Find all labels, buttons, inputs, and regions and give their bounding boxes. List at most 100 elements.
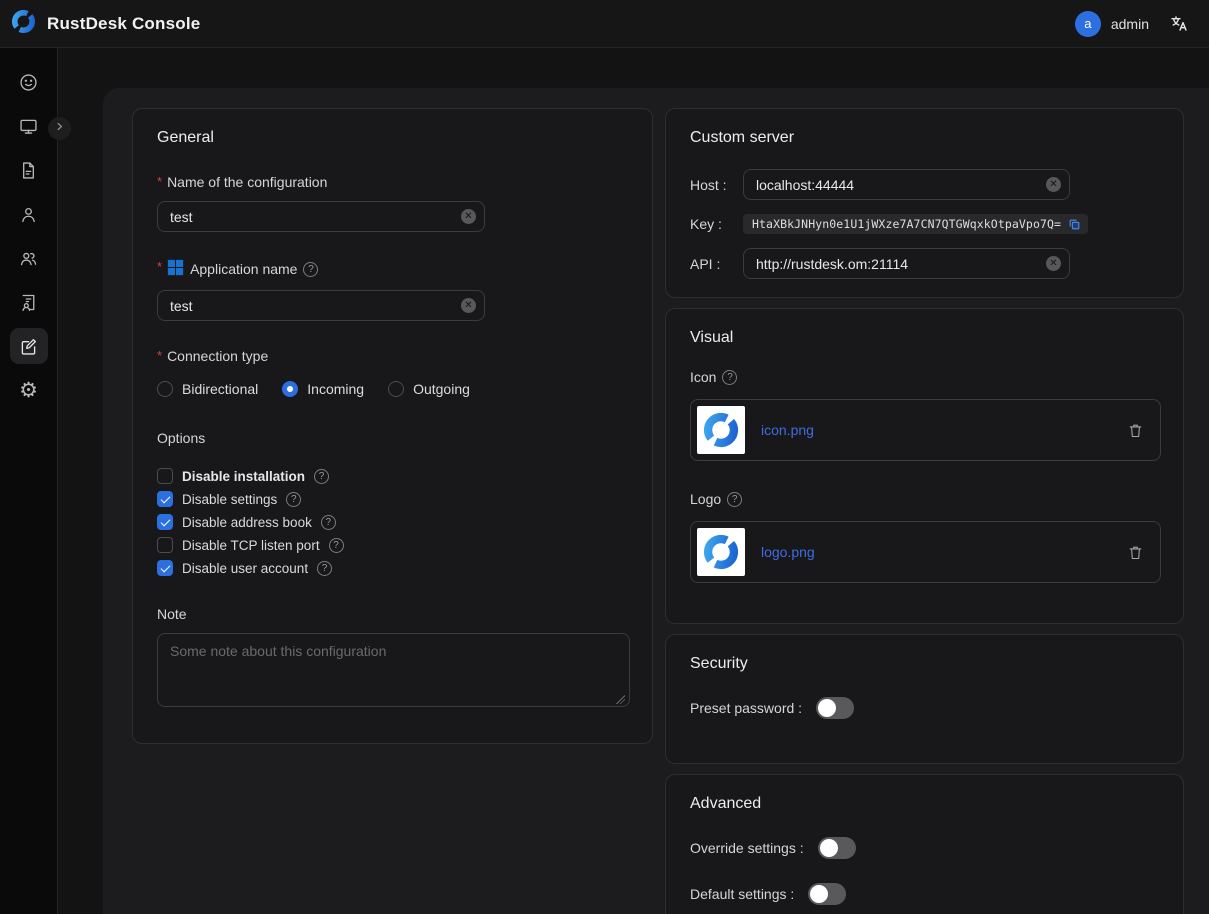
- checkbox-icon[interactable]: [157, 537, 173, 553]
- windows-logo-icon: [167, 259, 184, 279]
- radio-incoming[interactable]: Incoming: [282, 381, 364, 397]
- config-name-label: * Name of the configuration: [157, 174, 628, 190]
- options-group: Disable installation ? Disable settings …: [157, 468, 628, 576]
- document-icon: [18, 160, 39, 181]
- api-input[interactable]: [743, 248, 1070, 279]
- security-title: Security: [690, 655, 1159, 673]
- trash-icon[interactable]: [1127, 544, 1144, 561]
- sidebar-item-dashboard[interactable]: [10, 64, 48, 100]
- sidebar-item-groups[interactable]: [10, 240, 48, 276]
- help-icon[interactable]: ?: [321, 515, 336, 530]
- option-disable-user-account[interactable]: Disable user account ?: [157, 560, 628, 576]
- logo-label: Logo ?: [690, 491, 1159, 507]
- monitor-icon: [18, 116, 39, 137]
- sidebar-item-custom-client[interactable]: [10, 328, 48, 364]
- logo-upload-row: logo.png: [690, 521, 1161, 583]
- default-settings-label: Default settings :: [690, 886, 794, 902]
- users-icon: [18, 248, 39, 269]
- radio-icon: [282, 381, 298, 397]
- clear-icon[interactable]: ✕: [461, 298, 476, 313]
- logo-thumbnail: [697, 528, 745, 576]
- server-key-value: HtaXBkJNHyn0e1U1jWXze7A7CN7QTGWqxkOtpaVp…: [743, 214, 1088, 234]
- note-label: Note: [157, 606, 628, 622]
- icon-label: Icon ?: [690, 369, 1159, 385]
- app-title: RustDesk Console: [47, 14, 200, 34]
- sidebar-item-audit[interactable]: [10, 152, 48, 188]
- user-name: admin: [1111, 16, 1149, 32]
- icon-thumbnail: [697, 406, 745, 454]
- content-area: General * Name of the configuration ✕ *: [103, 88, 1209, 914]
- option-disable-address-book[interactable]: Disable address book ?: [157, 514, 628, 530]
- checkbox-icon[interactable]: [157, 468, 173, 484]
- custom-server-title: Custom server: [690, 129, 1159, 147]
- gear-icon: ⚙: [19, 380, 38, 401]
- smiley-icon: [18, 72, 39, 93]
- key-label: Key :: [690, 216, 743, 232]
- general-card: General * Name of the configuration ✕ *: [132, 108, 653, 744]
- sidebar: ⚙: [0, 48, 58, 914]
- sidebar-collapse-button[interactable]: [48, 117, 71, 140]
- option-disable-tcp-listen-port[interactable]: Disable TCP listen port ?: [157, 537, 628, 553]
- override-settings-toggle[interactable]: [818, 837, 856, 859]
- radio-outgoing[interactable]: Outgoing: [388, 381, 470, 397]
- config-name-input[interactable]: [157, 201, 485, 232]
- visual-title: Visual: [690, 329, 1159, 347]
- custom-server-card: Custom server Host : ✕ Key : HtaXBkJNHy: [665, 108, 1184, 298]
- application-name-label: * Application name ?: [157, 259, 628, 279]
- option-disable-settings[interactable]: Disable settings ?: [157, 491, 628, 507]
- logo-file-link[interactable]: logo.png: [761, 544, 815, 560]
- default-settings-toggle[interactable]: [808, 883, 846, 905]
- help-icon[interactable]: ?: [303, 262, 318, 277]
- checkbox-icon[interactable]: [157, 560, 173, 576]
- app-header: RustDesk Console a admin: [0, 0, 1209, 48]
- security-card: Security Preset password :: [665, 634, 1184, 764]
- clear-icon[interactable]: ✕: [1046, 256, 1061, 271]
- radio-icon: [157, 381, 173, 397]
- chevron-right-icon: [53, 120, 66, 138]
- connection-type-group: Bidirectional Incoming Outgoing: [157, 381, 628, 397]
- preset-password-toggle[interactable]: [816, 697, 854, 719]
- edit-icon: [18, 336, 39, 357]
- clear-icon[interactable]: ✕: [461, 209, 476, 224]
- checkbox-icon[interactable]: [157, 491, 173, 507]
- rustdesk-logo-icon: [10, 8, 37, 40]
- radio-icon: [388, 381, 404, 397]
- required-asterisk: *: [157, 259, 162, 274]
- user-icon: [18, 204, 39, 225]
- copy-icon[interactable]: [1068, 218, 1081, 231]
- help-icon[interactable]: ?: [314, 469, 329, 484]
- note-textarea[interactable]: [157, 633, 630, 707]
- application-name-input[interactable]: [157, 290, 485, 321]
- help-icon[interactable]: ?: [329, 538, 344, 553]
- help-icon[interactable]: ?: [722, 370, 737, 385]
- resize-handle[interactable]: [616, 695, 625, 704]
- sidebar-item-settings[interactable]: ⚙: [10, 372, 48, 408]
- help-icon[interactable]: ?: [286, 492, 301, 507]
- document-user-icon: [18, 292, 39, 313]
- avatar: a: [1075, 11, 1101, 37]
- checkbox-icon[interactable]: [157, 514, 173, 530]
- help-icon[interactable]: ?: [727, 492, 742, 507]
- required-asterisk: *: [157, 174, 162, 189]
- general-title: General: [157, 129, 628, 147]
- brand: RustDesk Console: [10, 8, 200, 40]
- help-icon[interactable]: ?: [317, 561, 332, 576]
- radio-bidirectional[interactable]: Bidirectional: [157, 381, 258, 397]
- advanced-title: Advanced: [690, 795, 1159, 813]
- preset-password-label: Preset password :: [690, 700, 802, 716]
- connection-type-label: * Connection type: [157, 348, 628, 364]
- translate-icon[interactable]: [1167, 12, 1191, 36]
- clear-icon[interactable]: ✕: [1046, 177, 1061, 192]
- override-settings-label: Override settings :: [690, 840, 804, 856]
- trash-icon[interactable]: [1127, 422, 1144, 439]
- user-menu[interactable]: a admin: [1075, 11, 1149, 37]
- icon-file-link[interactable]: icon.png: [761, 422, 814, 438]
- icon-upload-row: icon.png: [690, 399, 1161, 461]
- sidebar-item-devices[interactable]: [10, 108, 48, 144]
- sidebar-item-licenses[interactable]: [10, 284, 48, 320]
- required-asterisk: *: [157, 348, 162, 363]
- host-input[interactable]: [743, 169, 1070, 200]
- visual-card: Visual Icon ? icon.png: [665, 308, 1184, 624]
- option-disable-installation[interactable]: Disable installation ?: [157, 468, 628, 484]
- sidebar-item-users[interactable]: [10, 196, 48, 232]
